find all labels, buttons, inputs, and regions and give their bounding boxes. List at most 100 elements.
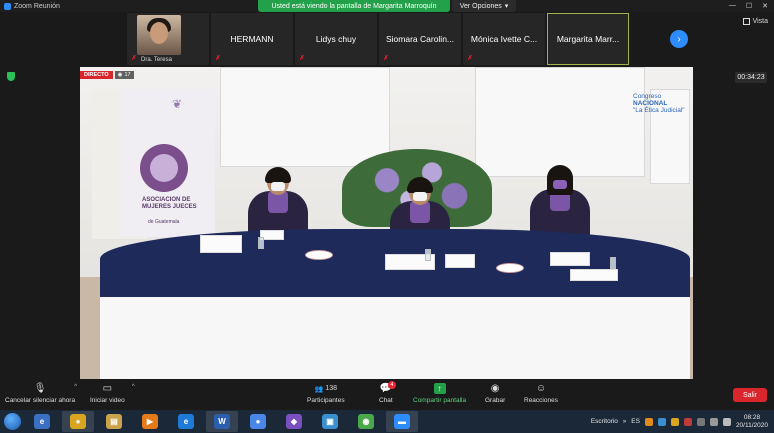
brand-line-2: NACIONAL xyxy=(633,100,668,107)
network-icon[interactable] xyxy=(696,417,705,426)
participant-tile[interactable]: ✗ Mónica Ivette C... xyxy=(463,13,545,65)
smiley-icon: ☺ xyxy=(535,383,547,394)
video-off-icon: ▭ xyxy=(102,383,113,394)
participant-tile[interactable]: ✗ Dra. Teresa xyxy=(127,13,209,65)
video-options-caret[interactable]: ^ xyxy=(132,384,135,390)
zoom-icon: ▬ xyxy=(394,414,410,429)
maximize-button[interactable]: ☐ xyxy=(746,2,752,10)
clock-date: 20/11/2020 xyxy=(735,421,768,429)
taskbar-app-network[interactable]: ▣ xyxy=(314,411,346,432)
participant-tile[interactable]: ✗ Siomara Carolin... xyxy=(379,13,461,65)
wall-panel xyxy=(220,67,390,167)
water-glass xyxy=(258,237,264,249)
tray-app-icon[interactable] xyxy=(670,417,679,426)
taskbar-app-internet-explorer[interactable]: e xyxy=(170,411,202,432)
participant-tile[interactable]: ✗ Lidys chuy xyxy=(295,13,377,65)
taskbar-app-maps[interactable]: ◉ xyxy=(350,411,382,432)
language-indicator[interactable]: ES xyxy=(631,418,640,425)
view-options-button[interactable]: Ver Opciones ▾ xyxy=(452,0,516,12)
ie-old-icon: e xyxy=(34,414,50,429)
eye-icon: ◉ xyxy=(117,72,123,78)
live-badge: DIRECTO xyxy=(80,71,113,79)
zoom-window: Zoom Reunión — ☐ ✕ Usted está viendo la … xyxy=(0,0,774,433)
desktop-toolbar-label[interactable]: Escritorio xyxy=(591,418,618,425)
chrome-icon: ● xyxy=(70,414,86,429)
flag-icon[interactable] xyxy=(722,417,731,426)
participant-name: Mónica Ivette C... xyxy=(470,34,538,44)
document-on-table xyxy=(200,235,242,253)
system-clock[interactable]: 08:28 20/11/2020 xyxy=(736,414,768,430)
meeting-timer: 00:34:23 xyxy=(735,72,767,83)
participant-gallery: ✗ Dra. Teresa ✗ HERMANN ✗ Lidys chuy ✗ S… xyxy=(127,13,629,65)
document-on-table xyxy=(570,269,618,281)
zoom-logo-icon xyxy=(4,2,11,10)
unmute-button[interactable]: 🎙 Cancelar silenciar ahora ^ xyxy=(5,383,77,404)
view-toggle-label: Vista xyxy=(752,18,768,25)
taskbar-app-chrome-2[interactable]: ● xyxy=(242,411,274,432)
taskbar-app-word[interactable]: W xyxy=(206,411,238,432)
taskbar-app-media-player[interactable]: ▶ xyxy=(134,411,166,432)
participant-tile[interactable]: ✗ HERMANN xyxy=(211,13,293,65)
window-controls: — ☐ ✕ xyxy=(729,2,774,10)
association-name: ASOCIACION DE MUJERES JUECES xyxy=(142,197,197,210)
logo-inner xyxy=(150,154,178,182)
maps-icon: ◉ xyxy=(358,414,374,429)
leave-button[interactable]: Salir xyxy=(733,388,767,402)
taskbar-app-zoom[interactable]: ▬ xyxy=(386,411,418,432)
security-shield-icon[interactable] xyxy=(7,72,15,81)
live-indicator: DIRECTO ◉ 17 xyxy=(80,71,134,79)
reactions-button[interactable]: ☺ Reacciones xyxy=(524,383,558,404)
association-logo xyxy=(140,144,188,192)
taskbar-apps: e ● ▤ ▶ e W ● ◆ ▣ ◉ ▬ xyxy=(24,411,420,432)
panelist-mask xyxy=(271,182,285,191)
close-button[interactable]: ✕ xyxy=(762,2,768,10)
table-skirt xyxy=(100,297,690,379)
start-video-label: Iniciar video xyxy=(90,397,125,404)
plate xyxy=(496,263,524,273)
brand-line-3: "La Ética Judicial" xyxy=(633,107,685,114)
chrome-2-icon: ● xyxy=(250,414,266,429)
participant-name: Siomara Carolin... xyxy=(385,34,455,44)
mic-muted-icon: ✗ xyxy=(131,55,137,62)
start-video-button[interactable]: ▭ Iniciar video ^ xyxy=(90,383,135,404)
meeting-toolbar: 🎙 Cancelar silenciar ahora ^ ▭ Iniciar v… xyxy=(0,380,774,410)
participants-label: Participantes xyxy=(307,397,345,404)
mic-muted-icon: ✗ xyxy=(467,55,473,62)
panelist-hair xyxy=(265,167,291,183)
taskbar-app-ie-old[interactable]: e xyxy=(26,411,58,432)
record-button[interactable]: ◉ Grabar xyxy=(485,383,505,404)
volume-icon[interactable] xyxy=(709,417,718,426)
taskbar-app-explorer[interactable]: ▤ xyxy=(98,411,130,432)
grid-icon xyxy=(742,18,750,25)
window-title-text: Zoom Reunión xyxy=(14,2,60,10)
tray-app-icon[interactable] xyxy=(644,417,653,426)
screen-share-notice: Usted está viendo la pantalla de Margari… xyxy=(258,0,450,12)
view-toggle-button[interactable]: Vista xyxy=(742,18,768,25)
start-button[interactable] xyxy=(0,410,24,433)
participant-tile-active[interactable]: Margarita Marr... xyxy=(547,13,629,65)
association-subname: de Guatemala xyxy=(148,219,180,225)
plate xyxy=(305,250,333,260)
minimize-button[interactable]: — xyxy=(729,2,736,10)
tray-app-icon[interactable] xyxy=(657,417,666,426)
participants-button[interactable]: 👥 138 Participantes xyxy=(307,383,345,404)
participant-video xyxy=(137,15,181,55)
share-screen-button[interactable]: ↑ Compartir pantalla xyxy=(413,383,466,404)
gallery-next-button[interactable]: › xyxy=(670,30,688,48)
taskbar-app-visual-studio[interactable]: ◆ xyxy=(278,411,310,432)
brand-line-1: Congreso xyxy=(633,93,662,100)
taskbar-app-chrome[interactable]: ● xyxy=(62,411,94,432)
participants-count: 138 xyxy=(325,385,337,392)
tray-overflow-icon[interactable]: » xyxy=(623,419,626,425)
word-icon: W xyxy=(214,414,230,429)
windows-logo-icon xyxy=(3,413,21,430)
tray-app-icon[interactable] xyxy=(683,417,692,426)
participants-icon: 👥 138 xyxy=(315,383,337,394)
audio-options-caret[interactable]: ^ xyxy=(74,384,77,390)
chat-button[interactable]: 💬 4 Chat xyxy=(379,381,396,404)
share-screen-icon: ↑ xyxy=(433,383,446,394)
clock-time: 08:28 xyxy=(743,413,761,421)
mic-muted-icon: ✗ xyxy=(215,55,221,62)
participant-name: Margarita Marr... xyxy=(556,34,620,44)
windows-taskbar: e ● ▤ ▶ e W ● ◆ ▣ ◉ ▬ Escritorio » ES 08:28 20/11/… xyxy=(0,410,774,433)
